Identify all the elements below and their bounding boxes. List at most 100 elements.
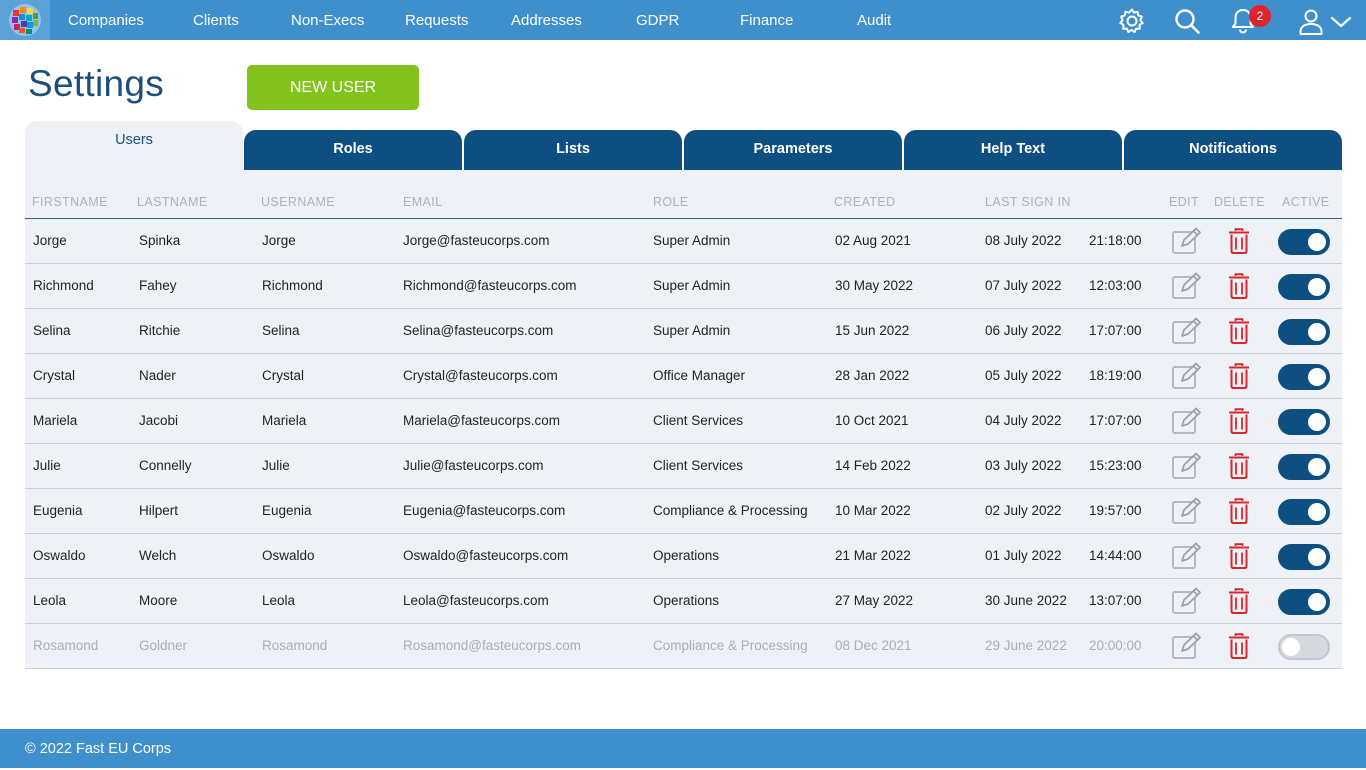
trash-icon[interactable] — [1228, 318, 1250, 344]
cell-username: Richmond — [262, 278, 323, 293]
column-header-edit[interactable]: EDIT — [1169, 195, 1199, 209]
cell-last-sign-in-time: 21:18:00 — [1089, 233, 1142, 248]
trash-icon[interactable] — [1228, 228, 1250, 254]
trash-icon[interactable] — [1228, 453, 1250, 479]
column-header-firstname[interactable]: FIRSTNAME — [32, 195, 108, 209]
active-toggle[interactable] — [1278, 364, 1330, 390]
cell-lastname: Jacobi — [139, 413, 179, 428]
cell-username: Oswaldo — [262, 548, 315, 563]
active-toggle[interactable] — [1278, 634, 1330, 660]
cell-last-sign-in-date: 06 July 2022 — [985, 323, 1062, 338]
cell-firstname: Selina — [33, 323, 71, 338]
chevron-down-icon[interactable] — [1329, 7, 1353, 35]
cell-firstname: Oswaldo — [33, 548, 86, 563]
cell-lastname: Fahey — [139, 278, 177, 293]
cell-created: 21 Mar 2022 — [835, 548, 911, 563]
cell-firstname: Eugenia — [33, 503, 83, 518]
table-row: Julie Connelly Julie Julie@fasteucorps.com C… — [25, 444, 1342, 489]
trash-icon[interactable] — [1228, 543, 1250, 569]
edit-icon[interactable] — [1171, 452, 1203, 480]
trash-icon[interactable] — [1228, 273, 1250, 299]
active-toggle[interactable] — [1278, 454, 1330, 480]
active-toggle[interactable] — [1278, 499, 1330, 525]
edit-icon[interactable] — [1171, 362, 1203, 390]
cell-firstname: Rosamond — [33, 638, 99, 653]
tab-lists[interactable]: Lists — [464, 130, 682, 170]
edit-icon[interactable] — [1171, 272, 1203, 300]
toggle-knob — [1308, 233, 1326, 251]
toggle-knob — [1308, 593, 1326, 611]
tab-roles[interactable]: Roles — [244, 130, 462, 170]
cell-username: Crystal — [262, 368, 305, 383]
cell-role: Compliance & Processing — [653, 638, 808, 653]
cell-created: 30 May 2022 — [835, 278, 914, 293]
trash-icon[interactable] — [1228, 588, 1250, 614]
table-row: Rosamond Goldner Rosamond Rosamond@fasteuco… — [25, 624, 1342, 669]
cell-last-sign-in-time: 17:07:00 — [1089, 323, 1142, 338]
nav-item-finance[interactable]: Finance — [740, 0, 793, 40]
column-header-last-sign-in[interactable]: LAST SIGN IN — [985, 195, 1071, 209]
column-header-role[interactable]: ROLE — [653, 195, 689, 209]
cell-created: 28 Jan 2022 — [835, 368, 910, 383]
cell-email: Eugenia@fasteucorps.com — [403, 503, 566, 518]
cell-last-sign-in-time: 20:00:00 — [1089, 638, 1142, 653]
tab-help-text[interactable]: Help Text — [904, 130, 1122, 170]
gear-icon[interactable] — [1118, 7, 1146, 35]
nav-item-companies[interactable]: Companies — [68, 0, 144, 40]
cell-last-sign-in-date: 03 July 2022 — [985, 458, 1062, 473]
edit-icon[interactable] — [1171, 407, 1203, 435]
cell-last-sign-in-date: 30 June 2022 — [985, 593, 1067, 608]
nav-item-addresses[interactable]: Addresses — [511, 0, 582, 40]
trash-icon[interactable] — [1228, 498, 1250, 524]
column-header-active[interactable]: ACTIVE — [1282, 195, 1330, 209]
nav-item-audit[interactable]: Audit — [857, 0, 891, 40]
tab-parameters[interactable]: Parameters — [684, 130, 902, 170]
active-toggle[interactable] — [1278, 274, 1330, 300]
table-row: Leola Moore Leola Leola@fasteucorps.com Oper… — [25, 579, 1342, 624]
toggle-knob — [1308, 503, 1326, 521]
new-user-button[interactable]: NEW USER — [247, 65, 419, 110]
active-toggle[interactable] — [1278, 544, 1330, 570]
notification-count-badge: 2 — [1249, 5, 1271, 27]
edit-icon[interactable] — [1171, 632, 1203, 660]
column-header-username[interactable]: USERNAME — [261, 195, 335, 209]
cell-created: 08 Dec 2021 — [835, 638, 912, 653]
table-row: Crystal Nader Crystal Crystal@fasteucorps.c… — [25, 354, 1342, 399]
search-icon[interactable] — [1173, 7, 1201, 35]
cell-last-sign-in-time: 12:03:00 — [1089, 278, 1142, 293]
trash-icon[interactable] — [1228, 408, 1250, 434]
tab-users[interactable]: Users — [25, 121, 243, 170]
copyright-text: © 2022 Fast EU Corps — [25, 741, 172, 757]
edit-icon[interactable] — [1171, 497, 1203, 525]
active-toggle[interactable] — [1278, 589, 1330, 615]
logo[interactable] — [0, 0, 50, 40]
cell-lastname: Ritchie — [139, 323, 181, 338]
column-header-email[interactable]: EMAIL — [403, 195, 443, 209]
tab-notifications[interactable]: Notifications — [1124, 130, 1342, 170]
column-header-delete[interactable]: DELETE — [1214, 195, 1265, 209]
edit-icon[interactable] — [1171, 587, 1203, 615]
nav-item-clients[interactable]: Clients — [193, 0, 239, 40]
active-toggle[interactable] — [1278, 319, 1330, 345]
toggle-knob — [1308, 368, 1326, 386]
nav-item-requests[interactable]: Requests — [405, 0, 468, 40]
column-header-lastname[interactable]: LASTNAME — [137, 195, 208, 209]
page-title: Settings — [28, 63, 165, 104]
trash-icon[interactable] — [1228, 363, 1250, 389]
cell-lastname: Welch — [139, 548, 177, 563]
active-toggle[interactable] — [1278, 409, 1330, 435]
user-icon[interactable] — [1297, 7, 1325, 35]
cell-email: Crystal@fasteucorps.com — [403, 368, 558, 383]
edit-icon[interactable] — [1171, 317, 1203, 345]
nav-item-non-execs[interactable]: Non-Execs — [291, 0, 364, 40]
cell-created: 10 Mar 2022 — [835, 503, 911, 518]
cell-role: Client Services — [653, 413, 744, 428]
table-row: Mariela Jacobi Mariela Mariela@fasteucorps.… — [25, 399, 1342, 444]
active-toggle[interactable] — [1278, 229, 1330, 255]
column-header-created[interactable]: CREATED — [834, 195, 896, 209]
edit-icon[interactable] — [1171, 542, 1203, 570]
trash-icon[interactable] — [1228, 633, 1250, 659]
edit-icon[interactable] — [1171, 227, 1203, 255]
nav-item-gdpr[interactable]: GDPR — [636, 0, 679, 40]
cell-role: Super Admin — [653, 233, 731, 248]
